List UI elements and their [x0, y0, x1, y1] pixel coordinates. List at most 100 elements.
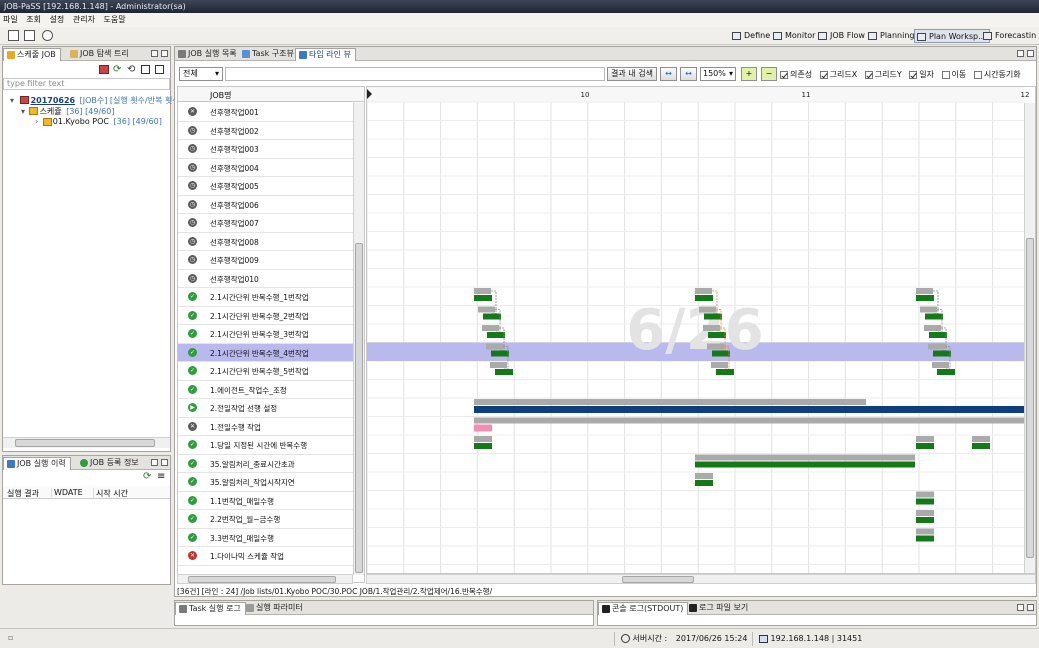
table-row[interactable]: ✓ 1.1번작업_매일수행	[178, 492, 353, 510]
scroll-thumb[interactable]	[15, 439, 155, 447]
table-row[interactable]: ◷ 선후행작업004	[178, 159, 353, 177]
maximize-icon[interactable]	[161, 50, 168, 57]
expand-arrows-button[interactable]: ↔	[680, 67, 697, 81]
table-row[interactable]: ✓ 2.1시간단위 반복수행_5번작업	[178, 362, 353, 381]
actual-bar	[972, 443, 990, 449]
menu-help[interactable]: 도움말	[103, 15, 125, 24]
tab-job-exec-list[interactable]: JOB 실행 목록	[175, 48, 241, 61]
tree-schedule-node[interactable]: ▾ 스케쥴 [36] [49/60]	[21, 106, 114, 117]
tab-log-file[interactable]: 로그 파일 보기	[686, 602, 752, 615]
filter-input[interactable]: type filter text	[3, 78, 170, 90]
table-row[interactable]: ◷ 선후행작업003	[178, 140, 353, 159]
table-row[interactable]: ✕ 1.다이나믹 스케쥴 작업	[178, 547, 353, 566]
gridy-checkbox[interactable]: 그리드Y	[864, 70, 902, 79]
planned-bar	[474, 288, 491, 294]
tab-task-log[interactable]: Task 실행 로그	[175, 602, 246, 615]
tab-job-info[interactable]: JOB 등록 정보	[77, 457, 143, 470]
tree-folder-node[interactable]: › 01.Kyobo POC [36] [49/60]	[35, 117, 162, 126]
scroll-thumb[interactable]	[355, 243, 363, 573]
move-checkbox[interactable]: 이동	[941, 70, 966, 79]
time-sync-checkbox[interactable]: 시간동기화	[973, 70, 1021, 79]
horizontal-scrollbar[interactable]	[3, 437, 170, 448]
planned-bar	[916, 288, 933, 294]
perspective-planning[interactable]: Planning	[866, 29, 917, 43]
table-row[interactable]: ✓ 1.에이전트_작업수_조정	[178, 381, 353, 399]
table-row[interactable]: ◷ 선후행작업009	[178, 251, 353, 270]
minimize-icon[interactable]	[151, 459, 158, 466]
maximize-icon[interactable]	[1027, 50, 1034, 57]
scroll-thumb[interactable]	[1026, 238, 1034, 558]
table-row[interactable]: ◷ 선후행작업010	[178, 270, 353, 288]
perspective-define[interactable]: Define	[730, 29, 773, 43]
actual-bar	[483, 313, 501, 320]
minimize-icon[interactable]	[1017, 50, 1024, 57]
table-row[interactable]: ◷ 선후행작업002	[178, 122, 353, 140]
table-row[interactable]: ◷ 선후행작업008	[178, 233, 353, 251]
table-row[interactable]: ✓ 2.1시간단위 반복수행_3번작업	[178, 325, 353, 344]
tab-job-tree[interactable]: JOB 탐색 트리	[67, 48, 133, 61]
scroll-thumb[interactable]	[188, 576, 336, 583]
tab-console-log[interactable]: 콘솔 로그(STDOUT)	[598, 602, 689, 615]
window-icon[interactable]	[24, 30, 35, 41]
zoom-out-button[interactable]: −	[761, 67, 777, 81]
list-icon[interactable]	[8, 30, 19, 41]
collapse-arrows-button[interactable]: ↔	[660, 67, 677, 81]
table-row[interactable]: ✓ 2.1시간단위 반복수행_1번작업	[178, 288, 353, 307]
table-row[interactable]: ✕ 선후행작업001	[178, 103, 353, 122]
calendar-icon[interactable]	[99, 65, 109, 74]
expand-icon[interactable]	[155, 65, 164, 74]
job-list-hscroll[interactable]	[177, 574, 353, 584]
table-row[interactable]: ✕ 1.전일수행 작업	[178, 418, 353, 436]
clock-icon: ◷	[188, 218, 197, 227]
gantt-vscroll[interactable]	[1024, 103, 1035, 573]
table-row[interactable]: ✓ 3.3번작업_매일수행	[178, 529, 353, 547]
table-row[interactable]: ◷ 선후행작업007	[178, 214, 353, 233]
gantt-hscroll[interactable]	[366, 574, 1036, 584]
menu-admin[interactable]: 관리자	[73, 15, 95, 24]
tree-date-node[interactable]: ▾ 20170626 [JOB수] [실행 횟수/반복 횟수]	[10, 95, 183, 106]
tab-task-structure[interactable]: Task 구조뷰	[239, 48, 298, 61]
minimize-icon[interactable]	[151, 50, 158, 57]
table-row[interactable]: ✓ 1.당일 지정된 시간에 반복수행	[178, 436, 353, 455]
refresh-icon[interactable]: ⟳	[143, 471, 151, 482]
table-row[interactable]: ✓ 35.알림처리_종료시간초과	[178, 455, 353, 473]
gear-icon[interactable]	[42, 30, 53, 41]
date-checkbox[interactable]: 일자	[909, 70, 934, 79]
perspective-plan-workspace[interactable]: Plan Worksp...	[914, 29, 990, 43]
zoom-in-button[interactable]: +	[741, 67, 757, 81]
planned-bar	[916, 491, 934, 498]
sort-icon[interactable]: ≡	[157, 471, 165, 482]
perspective-monitor[interactable]: Monitor	[771, 29, 818, 43]
maximize-icon[interactable]	[1027, 604, 1034, 611]
gantt-area[interactable]: 10 11 12 6/26	[366, 86, 1036, 574]
maximize-icon[interactable]	[161, 459, 168, 466]
table-row[interactable]: ✓ 2.2번작업_월~금수행	[178, 510, 353, 529]
menu-view[interactable]: 조회	[26, 15, 41, 24]
perspective-forecasting[interactable]: Forecastin	[981, 29, 1039, 43]
filter-select[interactable]: 전체 ▾	[179, 67, 223, 81]
menu-settings[interactable]: 설정	[50, 15, 65, 24]
table-row[interactable]: ◷ 선후행작업005	[178, 177, 353, 196]
table-row[interactable]: ▶ 2.전일작업 선행 설정	[178, 399, 353, 418]
table-row[interactable]: ✓ 35.알림처리_작업시작지연	[178, 473, 353, 492]
vertical-scrollbar[interactable]	[353, 103, 364, 575]
dependency-checkbox[interactable]: 의존성	[780, 70, 812, 79]
collapse-icon[interactable]	[141, 65, 150, 74]
table-row[interactable]: ✓ 2.1시간단위 반복수행_2번작업	[178, 307, 353, 325]
scroll-thumb[interactable]	[622, 576, 694, 583]
tab-job-history[interactable]: JOB 실행 이력	[3, 457, 71, 470]
search-results-button[interactable]: 결과 내 검색	[607, 67, 657, 81]
sync-icon[interactable]: ⟲	[127, 64, 135, 75]
tab-schedule-job[interactable]: 스케줄 JOB	[3, 48, 61, 61]
tab-exec-params[interactable]: 실행 파라미터	[243, 602, 307, 615]
table-row[interactable]: ◷ 선후행작업006	[178, 196, 353, 214]
menu-file[interactable]: 파일	[3, 15, 18, 24]
tab-timeline-view[interactable]: 타임 라인 뷰	[295, 48, 356, 61]
zoom-select[interactable]: 150% ▾	[700, 67, 736, 81]
table-row[interactable]: ✓ 2.1시간단위 반복수행_4번작업	[178, 343, 353, 362]
perspective-job-flow[interactable]: JOB Flow	[816, 29, 868, 43]
gridx-checkbox[interactable]: 그리드X	[819, 70, 857, 79]
refresh-icon[interactable]: ⟳	[113, 64, 121, 75]
minimize-icon[interactable]	[1017, 604, 1024, 611]
search-input[interactable]	[225, 67, 605, 81]
